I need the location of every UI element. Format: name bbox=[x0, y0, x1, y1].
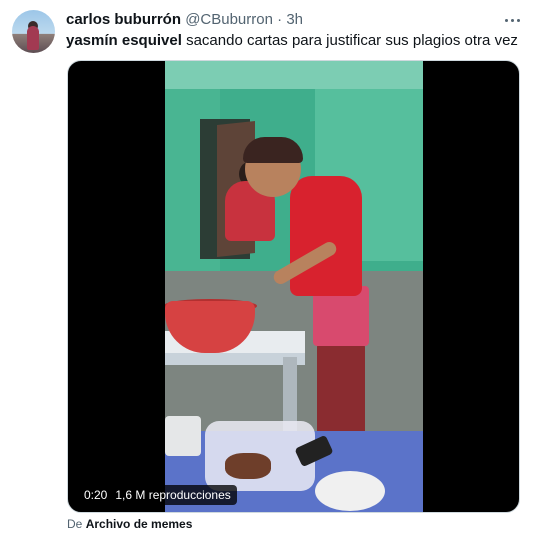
ellipsis-icon bbox=[516, 18, 520, 22]
tweet-text: yasmín esquivel sacando cartas para just… bbox=[66, 32, 518, 50]
attribution-source-link[interactable]: Archivo de memes bbox=[86, 517, 193, 531]
scene-cup bbox=[165, 416, 201, 456]
video-views: 1,6 M reproducciones bbox=[115, 488, 231, 502]
scene-ceiling bbox=[165, 61, 423, 89]
separator-dot: · bbox=[277, 11, 283, 28]
more-options-button[interactable] bbox=[498, 8, 526, 32]
tweet-text-body: sacando cartas para justificar sus plagi… bbox=[181, 32, 518, 49]
timestamp[interactable]: 3h bbox=[286, 11, 303, 28]
video-attribution: De Archivo de memes bbox=[67, 516, 192, 532]
video-player[interactable]: 0:20 1,6 M reproducciones bbox=[67, 60, 520, 513]
display-name[interactable]: carlos buburrón bbox=[66, 11, 181, 28]
ellipsis-icon bbox=[510, 18, 514, 22]
video-frame bbox=[165, 61, 423, 512]
avatar-figure-body bbox=[27, 26, 39, 50]
attribution-prefix: De bbox=[67, 517, 83, 531]
tweet-text-bold: yasmín esquivel bbox=[66, 32, 182, 49]
scene-bowl bbox=[315, 471, 385, 511]
tweet-header: carlos buburrón @CBuburron · 3h bbox=[66, 11, 303, 29]
scene-food bbox=[225, 453, 271, 479]
scene-man-hair bbox=[243, 137, 303, 163]
user-handle[interactable]: @CBuburron bbox=[185, 11, 273, 28]
ellipsis-icon bbox=[504, 18, 508, 22]
video-duration: 0:20 bbox=[84, 488, 108, 502]
scene-man-shirt bbox=[290, 176, 362, 296]
avatar[interactable] bbox=[12, 10, 55, 53]
video-info-overlay: 0:20 1,6 M reproducciones bbox=[78, 485, 237, 505]
